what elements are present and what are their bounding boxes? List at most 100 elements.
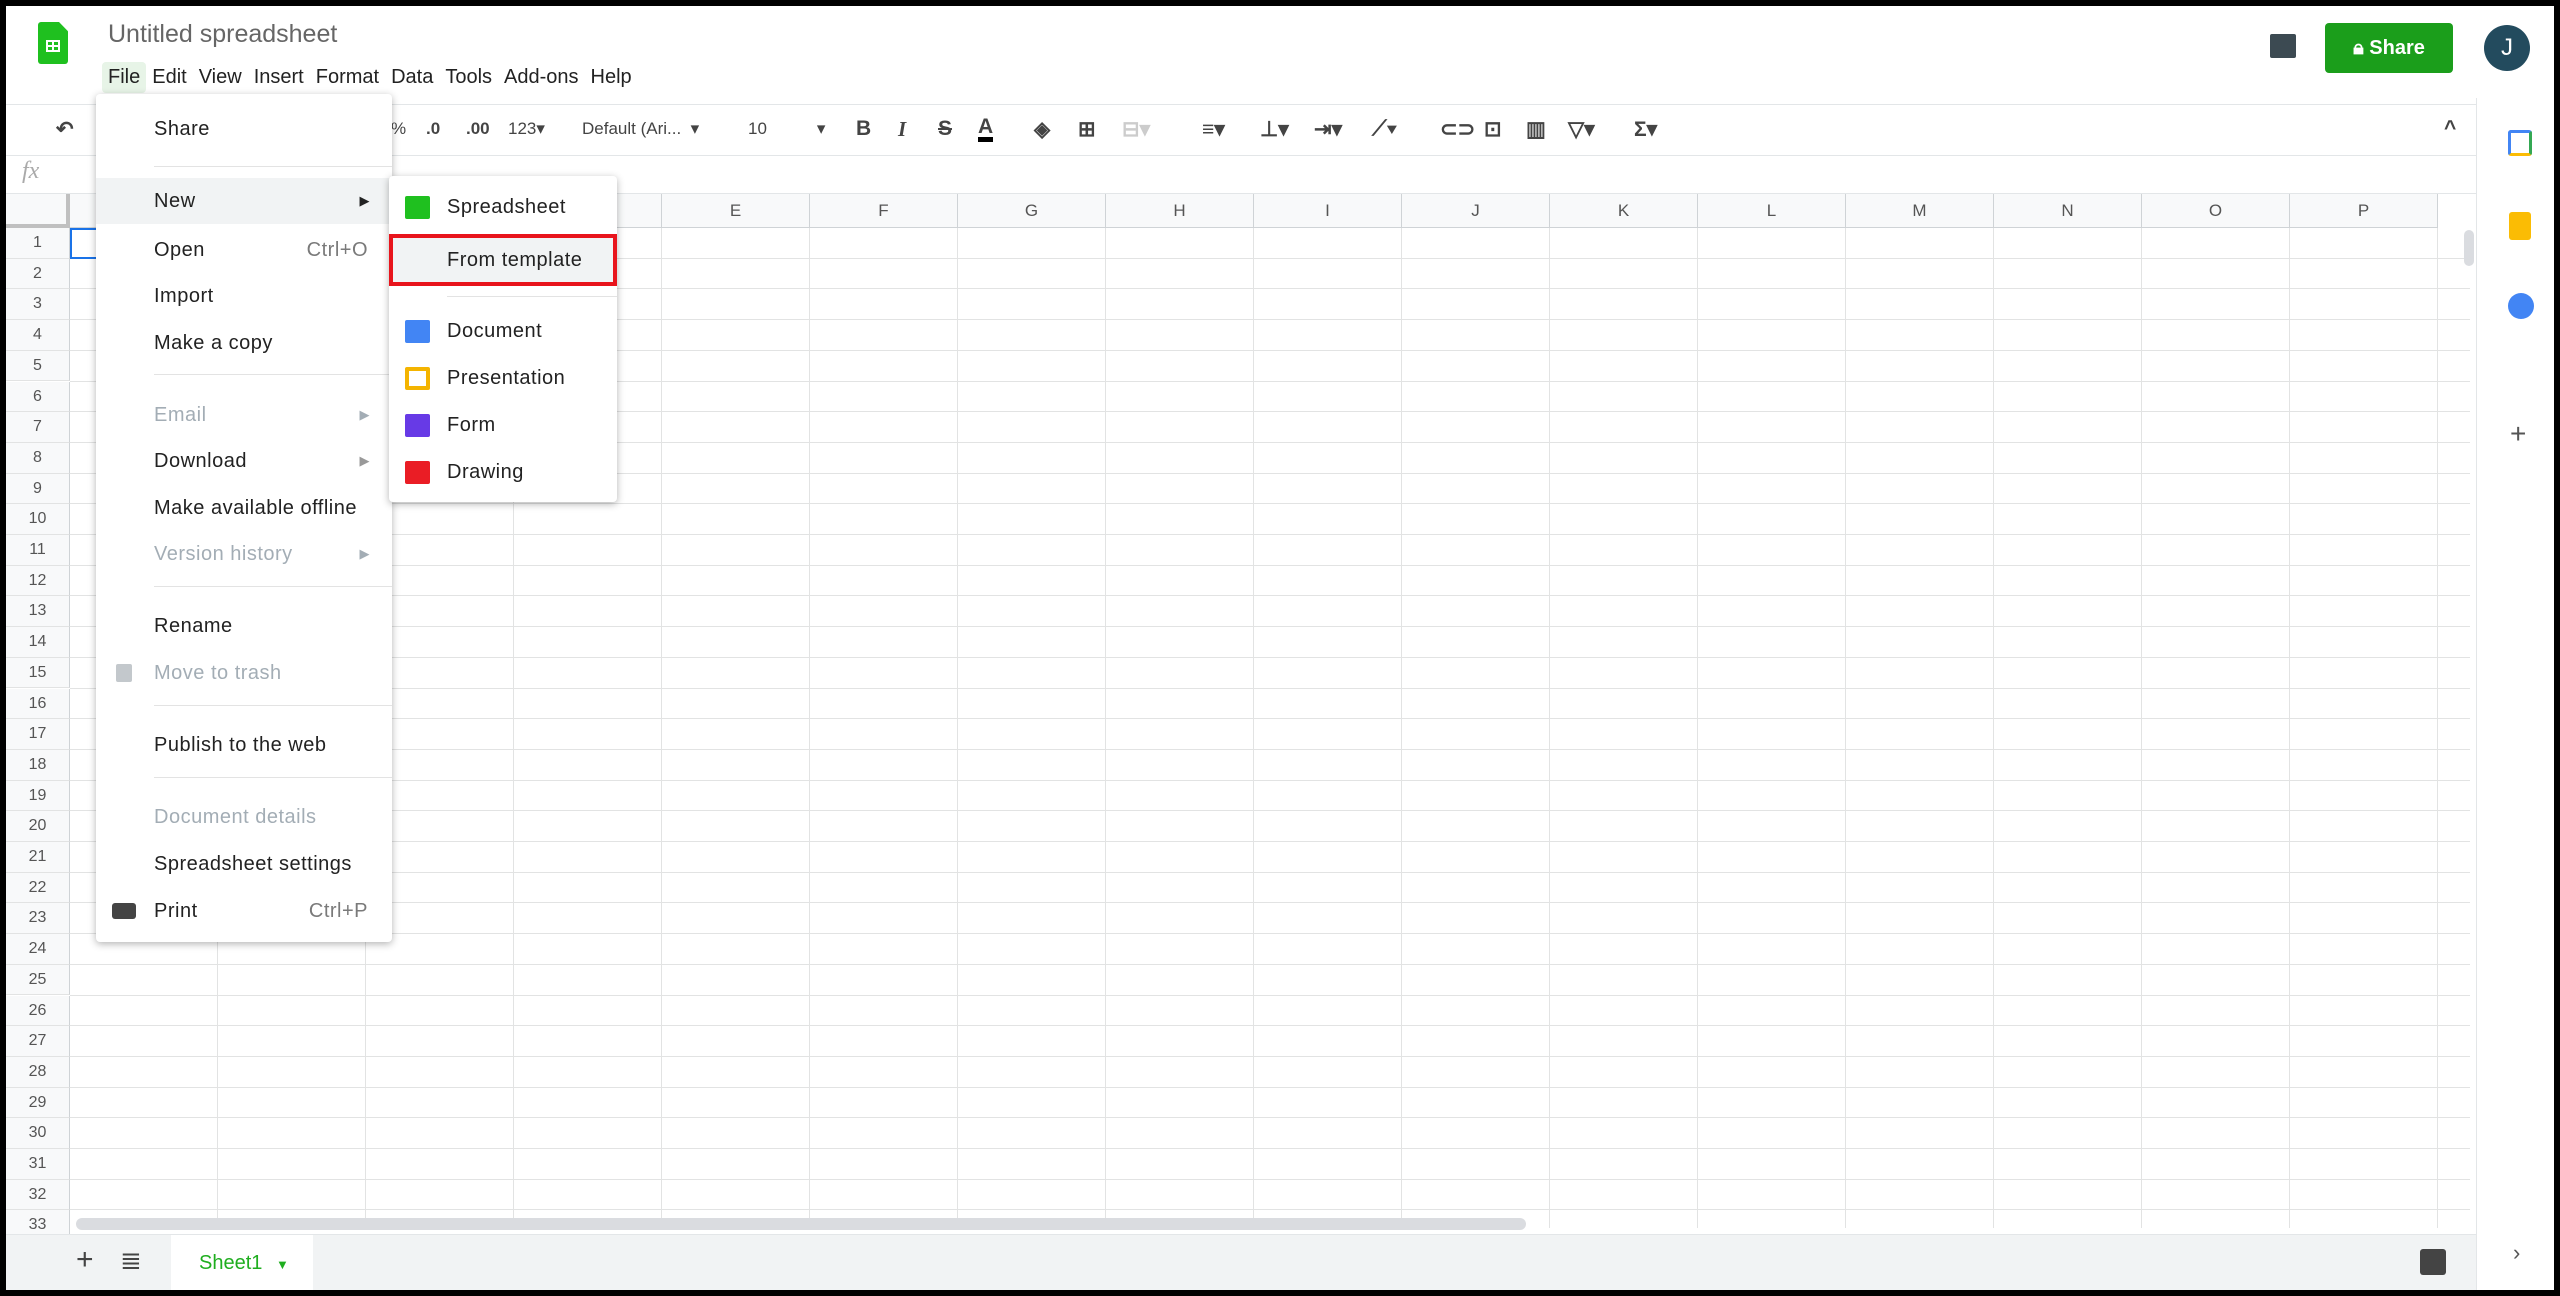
column-header-o[interactable]: O: [2142, 194, 2290, 228]
vertical-scrollbar[interactable]: [2464, 230, 2474, 266]
column-header-j[interactable]: J: [1402, 194, 1550, 228]
column-header-g[interactable]: G: [958, 194, 1106, 228]
menu-tools[interactable]: Tools: [439, 62, 498, 93]
increase-decimal-button[interactable]: .00: [466, 119, 490, 139]
row-header-12[interactable]: 12: [6, 565, 70, 597]
avatar[interactable]: J: [2484, 25, 2530, 71]
row-header-30[interactable]: 30: [6, 1118, 70, 1149]
row-header-7[interactable]: 7: [6, 412, 70, 443]
menu-addons[interactable]: Add-ons: [498, 62, 585, 93]
row-header-11[interactable]: 11: [6, 535, 70, 566]
column-header-k[interactable]: K: [1550, 194, 1698, 228]
select-all-corner[interactable]: [6, 194, 70, 228]
menu-item-settings[interactable]: Spreadsheet settings: [96, 841, 392, 887]
row-header-19[interactable]: 19: [6, 780, 70, 812]
decrease-decimal-button[interactable]: .0: [426, 119, 440, 139]
menu-item-print[interactable]: Print Ctrl+P: [96, 888, 392, 934]
menu-item-new[interactable]: New ▶: [96, 178, 392, 224]
row-header-29[interactable]: 29: [6, 1087, 70, 1119]
menu-help[interactable]: Help: [585, 62, 638, 93]
row-header-21[interactable]: 21: [6, 842, 70, 873]
row-header-24[interactable]: 24: [6, 934, 70, 965]
submenu-item-spreadsheet[interactable]: Spreadsheet: [389, 184, 617, 230]
menu-item-move-to-trash[interactable]: Move to trash: [96, 650, 392, 696]
row-header-2[interactable]: 2: [6, 258, 70, 290]
sheet-tab-sheet1[interactable]: Sheet1 ▼: [171, 1235, 313, 1290]
column-header-p[interactable]: P: [2290, 194, 2438, 228]
row-header-22[interactable]: 22: [6, 872, 70, 904]
row-header-14[interactable]: 14: [6, 627, 70, 658]
menu-item-document-details[interactable]: Document details: [96, 794, 392, 840]
row-header-20[interactable]: 20: [6, 811, 70, 842]
row-header-32[interactable]: 32: [6, 1179, 70, 1211]
menu-edit[interactable]: Edit: [146, 62, 192, 93]
calendar-icon[interactable]: [2508, 130, 2532, 156]
submenu-item-drawing[interactable]: Drawing: [389, 449, 617, 495]
row-header-10[interactable]: 10: [6, 504, 70, 535]
document-title[interactable]: Untitled spreadsheet: [108, 20, 337, 49]
submenu-item-form[interactable]: Form: [389, 402, 617, 448]
comments-icon[interactable]: [2270, 34, 2296, 58]
horizontal-align-icon[interactable]: ≡▾: [1202, 117, 1225, 142]
row-header-5[interactable]: 5: [6, 350, 70, 382]
collapse-toolbar-icon[interactable]: ^: [2444, 117, 2456, 141]
menu-item-import[interactable]: Import: [96, 273, 392, 319]
column-header-f[interactable]: F: [810, 194, 958, 228]
row-header-23[interactable]: 23: [6, 903, 70, 935]
horizontal-scrollbar[interactable]: [76, 1218, 1526, 1230]
font-size-select[interactable]: 10 ▾: [748, 119, 825, 139]
row-header-1[interactable]: 1: [6, 228, 70, 259]
column-header-i[interactable]: I: [1254, 194, 1402, 228]
row-header-28[interactable]: 28: [6, 1056, 70, 1088]
menu-item-download[interactable]: Download ▶: [96, 438, 392, 484]
row-header-18[interactable]: 18: [6, 749, 70, 781]
column-header-m[interactable]: M: [1846, 194, 1994, 228]
menu-item-version-history[interactable]: Version history ▶: [96, 531, 392, 577]
row-header-8[interactable]: 8: [6, 442, 70, 474]
menu-item-offline[interactable]: Make available offline: [96, 485, 392, 531]
row-header-27[interactable]: 27: [6, 1026, 70, 1057]
row-header-25[interactable]: 25: [6, 964, 70, 996]
add-sheet-icon[interactable]: +: [76, 1243, 94, 1277]
column-header-l[interactable]: L: [1698, 194, 1846, 228]
explore-icon[interactable]: [2420, 1249, 2446, 1275]
row-header-31[interactable]: 31: [6, 1149, 70, 1180]
percent-format-button[interactable]: %: [391, 119, 406, 139]
vertical-align-icon[interactable]: ⊥▾: [1260, 117, 1289, 142]
text-color-button[interactable]: A: [978, 116, 994, 142]
row-header-16[interactable]: 16: [6, 688, 70, 720]
insert-comment-icon[interactable]: ⊡: [1484, 117, 1502, 142]
row-header-33[interactable]: 33: [6, 1210, 70, 1234]
menu-data[interactable]: Data: [385, 62, 439, 93]
row-header-26[interactable]: 26: [6, 995, 70, 1027]
functions-button[interactable]: Σ▾: [1634, 117, 1657, 142]
row-header-13[interactable]: 13: [6, 596, 70, 628]
insert-link-icon[interactable]: ⊂⊃: [1440, 117, 1475, 142]
undo-icon[interactable]: ↶: [56, 117, 74, 142]
submenu-item-document[interactable]: Document: [389, 308, 617, 354]
row-header-3[interactable]: 3: [6, 289, 70, 321]
menu-insert[interactable]: Insert: [248, 62, 310, 93]
menu-item-make-copy[interactable]: Make a copy: [96, 320, 392, 366]
filter-icon[interactable]: ▽▾: [1568, 117, 1595, 142]
merge-cells-icon[interactable]: ⊟▾: [1122, 117, 1150, 142]
keep-icon[interactable]: [2509, 212, 2531, 240]
strikethrough-button[interactable]: S: [938, 117, 952, 141]
add-addon-icon[interactable]: +: [2510, 418, 2526, 450]
bold-button[interactable]: B: [856, 117, 871, 141]
number-format-button[interactable]: 123▾: [508, 119, 545, 139]
menu-item-share[interactable]: Share: [96, 106, 392, 152]
borders-icon[interactable]: ⊞: [1078, 117, 1096, 142]
submenu-item-from-template[interactable]: From template: [389, 234, 617, 286]
column-header-h[interactable]: H: [1106, 194, 1254, 228]
all-sheets-icon[interactable]: ≣: [120, 1245, 142, 1276]
menu-item-rename[interactable]: Rename: [96, 603, 392, 649]
fill-color-icon[interactable]: ◈: [1034, 117, 1050, 142]
expand-panel-icon[interactable]: ›: [2513, 1240, 2520, 1266]
row-header-17[interactable]: 17: [6, 719, 70, 750]
menu-format[interactable]: Format: [310, 62, 385, 93]
column-header-e[interactable]: E: [662, 194, 810, 228]
row-header-4[interactable]: 4: [6, 320, 70, 351]
tasks-icon[interactable]: [2508, 293, 2534, 319]
text-wrap-icon[interactable]: ⇥▾: [1314, 117, 1342, 142]
